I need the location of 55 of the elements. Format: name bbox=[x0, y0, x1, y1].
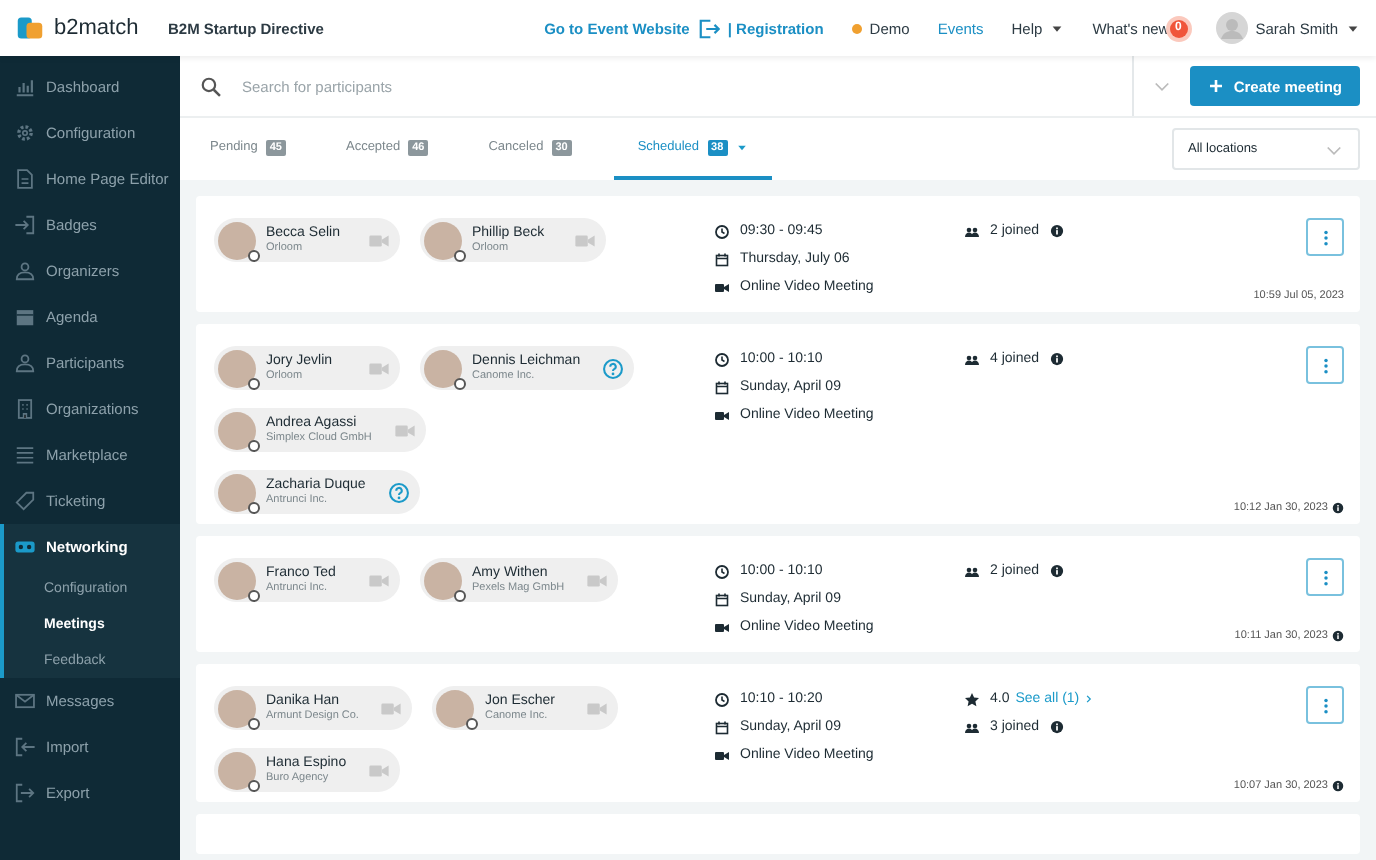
avatar bbox=[218, 689, 256, 727]
gear-icon bbox=[14, 122, 36, 144]
avatar bbox=[218, 221, 256, 259]
avatar bbox=[436, 689, 475, 727]
caret-icon bbox=[1346, 21, 1360, 35]
clock-icon bbox=[714, 223, 730, 239]
video-camera-icon bbox=[714, 619, 730, 635]
caret-icon bbox=[1050, 21, 1065, 35]
avatar bbox=[424, 349, 462, 387]
clock-icon bbox=[714, 563, 730, 579]
logo-icon bbox=[16, 14, 44, 42]
envelope-icon bbox=[14, 690, 36, 712]
tag-icon bbox=[14, 490, 36, 512]
question-icon bbox=[602, 357, 625, 379]
more-button[interactable] bbox=[1306, 218, 1344, 256]
avatar bbox=[218, 349, 256, 387]
avatar bbox=[218, 561, 256, 599]
people-icon bbox=[964, 351, 980, 367]
info-icon bbox=[1049, 352, 1064, 366]
clock-icon bbox=[714, 691, 730, 707]
more-button[interactable] bbox=[1306, 686, 1344, 724]
building-icon bbox=[14, 398, 36, 420]
info-icon bbox=[1049, 224, 1064, 238]
question-icon bbox=[387, 481, 410, 503]
avatar bbox=[424, 561, 462, 599]
chevron-right-icon bbox=[1083, 694, 1094, 704]
avatar bbox=[218, 411, 256, 449]
avatar bbox=[218, 751, 256, 789]
plus-icon bbox=[1207, 78, 1224, 94]
avatar bbox=[218, 473, 256, 511]
list-icon bbox=[14, 444, 36, 466]
people-icon bbox=[964, 223, 980, 239]
logo-text: b2match bbox=[54, 16, 139, 40]
avatar bbox=[424, 221, 462, 259]
clock-icon bbox=[714, 351, 730, 367]
video-camera-icon bbox=[714, 747, 730, 763]
more-button[interactable] bbox=[1306, 346, 1344, 384]
info-icon bbox=[1049, 564, 1064, 578]
video-camera-icon bbox=[714, 407, 730, 423]
people-icon bbox=[964, 719, 980, 735]
export-icon bbox=[14, 782, 36, 804]
chart-icon bbox=[14, 76, 36, 98]
import-icon bbox=[14, 736, 36, 758]
page-icon bbox=[14, 168, 36, 190]
people-icon bbox=[14, 260, 36, 282]
people-icon bbox=[14, 352, 36, 374]
enter-icon bbox=[14, 214, 36, 236]
star-icon bbox=[964, 691, 980, 707]
avatar bbox=[1215, 12, 1248, 44]
more-button[interactable] bbox=[1306, 558, 1344, 596]
people-icon bbox=[964, 563, 980, 579]
video-camera-icon bbox=[714, 279, 730, 295]
search-icon bbox=[200, 75, 222, 97]
exit-icon bbox=[697, 17, 720, 39]
info-icon bbox=[1049, 720, 1064, 734]
